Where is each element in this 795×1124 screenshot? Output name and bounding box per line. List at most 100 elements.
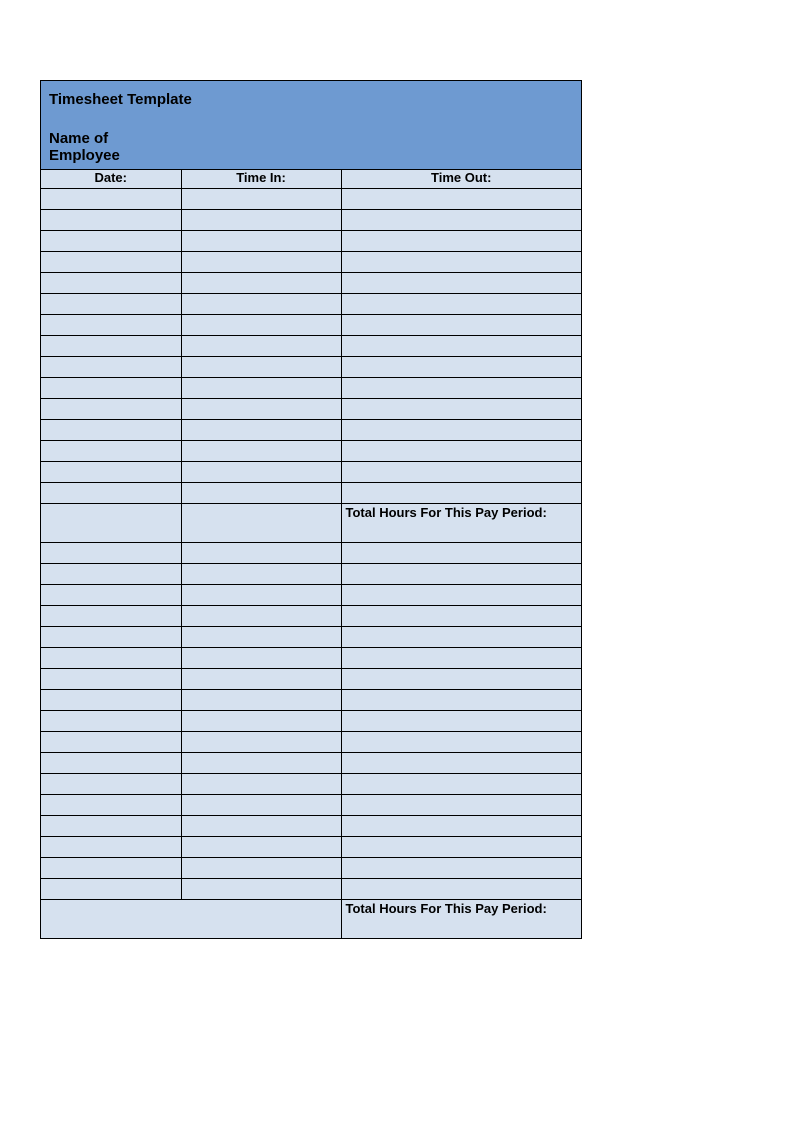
cell-date[interactable] bbox=[41, 209, 181, 230]
cell-date[interactable] bbox=[41, 503, 181, 542]
cell-time-in[interactable] bbox=[181, 731, 341, 752]
cell-date[interactable] bbox=[41, 878, 181, 899]
cell-time-out[interactable] bbox=[341, 794, 581, 815]
cell-time-in[interactable] bbox=[181, 626, 341, 647]
cell-time-in[interactable] bbox=[181, 878, 341, 899]
cell-time-in[interactable] bbox=[181, 251, 341, 272]
cell-time-out[interactable] bbox=[341, 857, 581, 878]
cell-time-out[interactable] bbox=[341, 314, 581, 335]
cell-date[interactable] bbox=[41, 710, 181, 731]
cell-date[interactable] bbox=[41, 440, 181, 461]
cell-time-in[interactable] bbox=[181, 542, 341, 563]
cell-time-out[interactable] bbox=[341, 752, 581, 773]
cell-date[interactable] bbox=[41, 794, 181, 815]
cell-time-out[interactable] bbox=[341, 461, 581, 482]
cell-time-in[interactable] bbox=[181, 689, 341, 710]
cell-time-in[interactable] bbox=[181, 836, 341, 857]
cell-time-out[interactable] bbox=[341, 668, 581, 689]
cell-time-out[interactable] bbox=[341, 878, 581, 899]
cell-time-in[interactable] bbox=[181, 710, 341, 731]
cell-time-out[interactable] bbox=[341, 188, 581, 209]
cell-time-out[interactable] bbox=[341, 356, 581, 377]
cell-time-in[interactable] bbox=[181, 293, 341, 314]
cell-time-out[interactable] bbox=[341, 605, 581, 626]
cell-date[interactable] bbox=[41, 398, 181, 419]
cell-date[interactable] bbox=[41, 836, 181, 857]
cell-date[interactable] bbox=[41, 335, 181, 356]
cell-time-out[interactable] bbox=[341, 293, 581, 314]
cell-time-in[interactable] bbox=[181, 668, 341, 689]
cell-time-out[interactable] bbox=[341, 584, 581, 605]
cell-time-in[interactable] bbox=[181, 503, 341, 542]
cell-time-out[interactable] bbox=[341, 689, 581, 710]
cell-time-out[interactable] bbox=[341, 398, 581, 419]
cell-time-out[interactable] bbox=[341, 626, 581, 647]
cell-date[interactable] bbox=[41, 461, 181, 482]
cell-time-in[interactable] bbox=[181, 314, 341, 335]
cell-date[interactable] bbox=[41, 584, 181, 605]
cell-date[interactable] bbox=[41, 668, 181, 689]
cell-date[interactable] bbox=[41, 272, 181, 293]
cell-time-out[interactable] bbox=[341, 815, 581, 836]
cell-date[interactable] bbox=[41, 542, 181, 563]
cell-time-in[interactable] bbox=[181, 752, 341, 773]
cell-date[interactable] bbox=[41, 230, 181, 251]
cell-date[interactable] bbox=[41, 482, 181, 503]
cell-time-out[interactable] bbox=[341, 272, 581, 293]
cell-time-out[interactable] bbox=[341, 230, 581, 251]
cell-time-in[interactable] bbox=[181, 794, 341, 815]
cell-time-out[interactable] bbox=[341, 710, 581, 731]
cell-time-in[interactable] bbox=[181, 230, 341, 251]
cell-time-in[interactable] bbox=[181, 356, 341, 377]
cell-time-out[interactable] bbox=[341, 482, 581, 503]
table-row bbox=[41, 731, 581, 752]
cell-time-in[interactable] bbox=[181, 377, 341, 398]
cell-time-in[interactable] bbox=[181, 419, 341, 440]
cell-time-in[interactable] bbox=[181, 440, 341, 461]
cell-time-in[interactable] bbox=[181, 188, 341, 209]
cell-time-out[interactable] bbox=[341, 251, 581, 272]
cell-time-out[interactable] bbox=[341, 542, 581, 563]
cell-time-out[interactable] bbox=[341, 773, 581, 794]
cell-time-in[interactable] bbox=[181, 773, 341, 794]
cell-time-out[interactable] bbox=[341, 836, 581, 857]
cell-date[interactable] bbox=[41, 563, 181, 584]
cell-time-in[interactable] bbox=[181, 272, 341, 293]
cell-time-out[interactable] bbox=[341, 731, 581, 752]
cell-time-out[interactable] bbox=[341, 209, 581, 230]
cell-date[interactable] bbox=[41, 605, 181, 626]
cell-time-out[interactable] bbox=[341, 377, 581, 398]
cell-time-out[interactable] bbox=[341, 419, 581, 440]
cell-date[interactable] bbox=[41, 356, 181, 377]
cell-date[interactable] bbox=[41, 251, 181, 272]
cell-date[interactable] bbox=[41, 626, 181, 647]
cell-date[interactable] bbox=[41, 293, 181, 314]
cell-time-in[interactable] bbox=[181, 584, 341, 605]
cell-date[interactable] bbox=[41, 752, 181, 773]
cell-time-out[interactable] bbox=[341, 647, 581, 668]
cell-date[interactable] bbox=[41, 647, 181, 668]
cell-date[interactable] bbox=[41, 419, 181, 440]
cell-time-in[interactable] bbox=[181, 563, 341, 584]
cell-time-in[interactable] bbox=[181, 398, 341, 419]
cell-time-in[interactable] bbox=[181, 482, 341, 503]
cell-date[interactable] bbox=[41, 689, 181, 710]
cell-date[interactable] bbox=[41, 857, 181, 878]
cell-time-in[interactable] bbox=[181, 605, 341, 626]
total-row: Total Hours For This Pay Period: bbox=[41, 899, 581, 938]
cell-time-in[interactable] bbox=[181, 647, 341, 668]
cell-time-out[interactable] bbox=[341, 335, 581, 356]
cell-time-in[interactable] bbox=[181, 815, 341, 836]
cell-date[interactable] bbox=[41, 731, 181, 752]
cell-time-in[interactable] bbox=[181, 335, 341, 356]
cell-time-in[interactable] bbox=[181, 461, 341, 482]
cell-time-out[interactable] bbox=[341, 563, 581, 584]
cell-date[interactable] bbox=[41, 815, 181, 836]
cell-date[interactable] bbox=[41, 773, 181, 794]
cell-date[interactable] bbox=[41, 314, 181, 335]
cell-date[interactable] bbox=[41, 377, 181, 398]
cell-date[interactable] bbox=[41, 188, 181, 209]
cell-time-in[interactable] bbox=[181, 209, 341, 230]
cell-time-in[interactable] bbox=[181, 857, 341, 878]
cell-time-out[interactable] bbox=[341, 440, 581, 461]
